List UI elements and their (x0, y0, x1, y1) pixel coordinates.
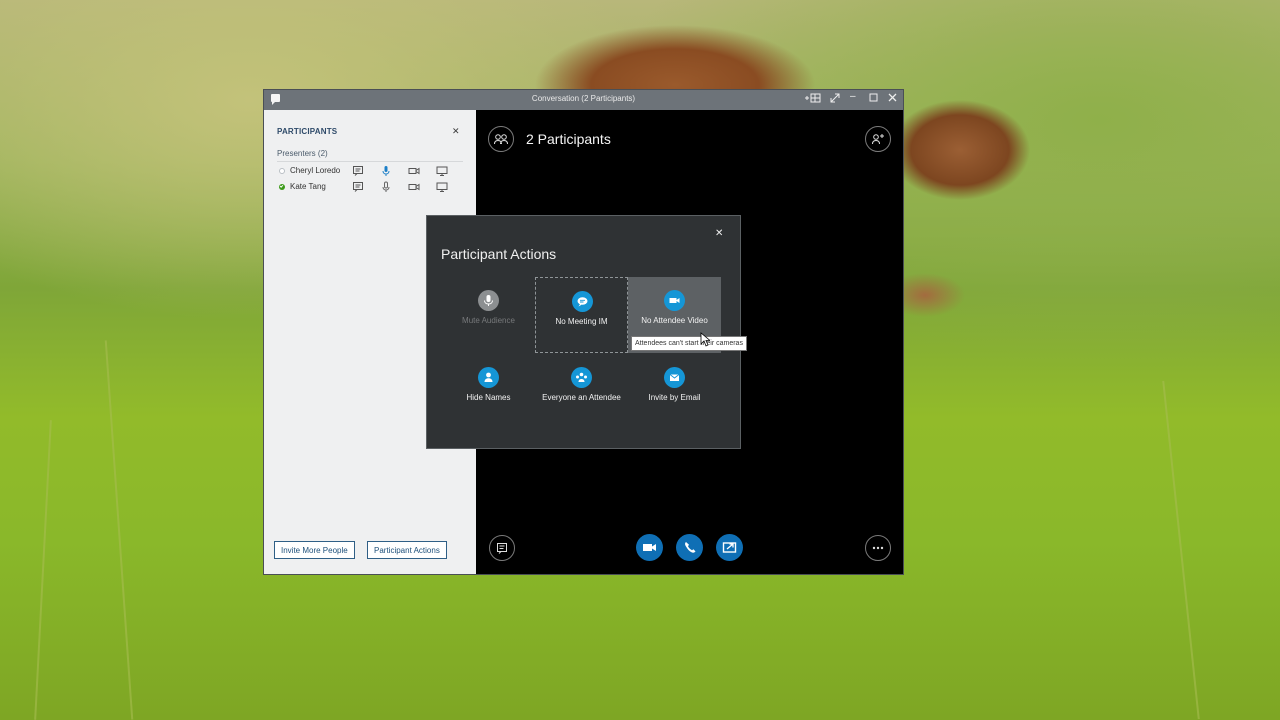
mute-audience-button[interactable]: Mute Audience (442, 277, 535, 353)
close-dialog-icon[interactable]: ✕ (715, 228, 723, 239)
minimize-icon[interactable]: – (850, 91, 856, 103)
email-icon (664, 367, 685, 388)
participant-actions-button[interactable]: Participant Actions (367, 541, 447, 559)
compact-view-icon[interactable] (805, 93, 821, 107)
group-icon (571, 367, 592, 388)
present-screen-icon[interactable] (716, 534, 743, 561)
person-icon (478, 367, 499, 388)
action-label: No Attendee Video (641, 316, 708, 325)
dialog-title: Participant Actions (441, 246, 557, 262)
im-icon[interactable] (352, 181, 364, 193)
maximize-icon[interactable] (869, 93, 878, 106)
participant-name: Kate Tang (290, 182, 326, 191)
participants-heading: 2 Participants (526, 131, 611, 147)
no-meeting-im-button[interactable]: No Meeting IM (535, 277, 628, 353)
hide-names-button[interactable]: Hide Names (442, 354, 535, 430)
panel-title: PARTICIPANTS (277, 127, 338, 136)
action-label: Invite by Email (648, 393, 701, 402)
invite-more-people-button[interactable]: Invite More People (274, 541, 355, 559)
grass-blade (1162, 380, 1200, 720)
microphone-icon[interactable] (380, 181, 392, 193)
grass-blade (34, 420, 52, 720)
participants-icon[interactable] (488, 126, 514, 152)
microphone-icon (478, 290, 499, 311)
close-panel-icon[interactable]: ✕ (452, 126, 460, 137)
microphone-icon[interactable] (380, 165, 392, 177)
action-label: No Meeting IM (555, 317, 608, 326)
im-icon[interactable] (352, 165, 364, 177)
divider (277, 161, 463, 162)
chat-icon[interactable] (489, 535, 515, 561)
action-label: Hide Names (466, 393, 511, 402)
video-call-button[interactable] (636, 534, 663, 561)
add-people-icon[interactable] (865, 126, 891, 152)
video-icon[interactable] (408, 165, 420, 177)
chat-bubble-icon (572, 291, 593, 312)
screen-share-icon[interactable] (436, 165, 448, 177)
mouse-cursor-icon (700, 332, 712, 352)
grass-blade (104, 340, 134, 720)
title-bar[interactable]: Conversation (2 Participants) – (264, 90, 903, 110)
presence-online-icon (279, 184, 285, 190)
action-label: Everyone an Attendee (542, 393, 621, 402)
presenters-group-label: Presenters (2) (277, 149, 328, 158)
phone-icon[interactable] (676, 534, 703, 561)
tooltip: Attendees can't start their cameras (631, 336, 747, 351)
participant-row[interactable]: Cheryl Loredo (277, 165, 467, 179)
more-options-icon[interactable] (865, 535, 891, 561)
close-icon[interactable] (888, 93, 897, 106)
video-icon[interactable] (408, 181, 420, 193)
participant-name: Cheryl Loredo (290, 166, 341, 175)
presence-offline-icon (279, 168, 285, 174)
video-camera-icon (664, 290, 685, 311)
everyone-an-attendee-button[interactable]: Everyone an Attendee (535, 354, 628, 430)
participant-row[interactable]: Kate Tang (277, 181, 467, 195)
action-label: Mute Audience (462, 316, 515, 325)
participant-actions-dialog: Participant Actions ✕ Mute Audience No M… (427, 216, 740, 448)
pop-out-icon[interactable] (830, 93, 840, 107)
screen-share-icon[interactable] (436, 181, 448, 193)
invite-by-email-button[interactable]: Invite by Email (628, 354, 721, 430)
